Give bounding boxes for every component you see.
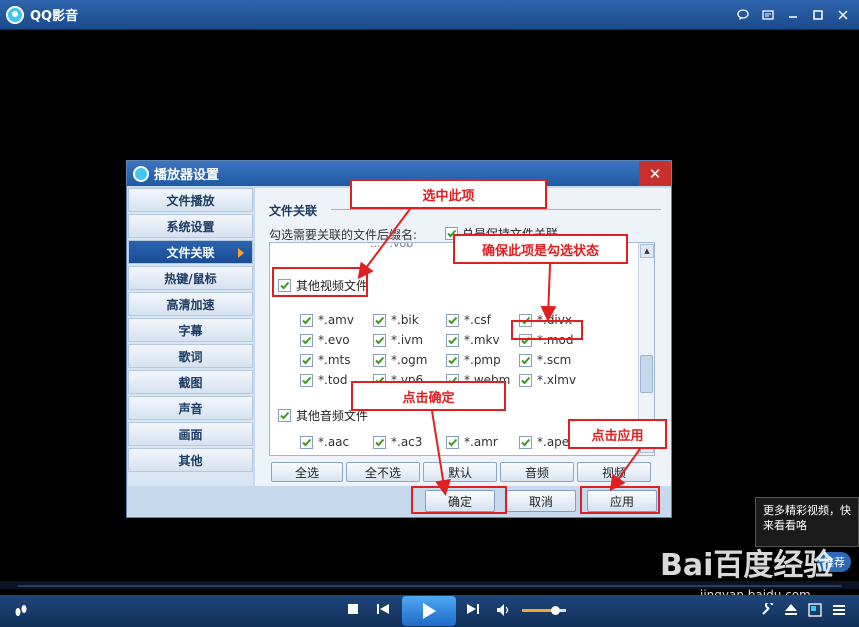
volume-knob[interactable]: [551, 606, 560, 615]
previous-icon[interactable]: [376, 603, 390, 619]
next-icon[interactable]: [466, 603, 480, 619]
baidu-watermark: Bai百度经验: [660, 548, 834, 583]
stop-icon[interactable]: [347, 603, 359, 619]
play-button[interactable]: [402, 596, 456, 626]
arrow-ensure-checked: [540, 263, 557, 322]
player-controlbar: [0, 595, 859, 627]
progress-track[interactable]: [18, 585, 842, 587]
volume-slider[interactable]: [522, 606, 566, 615]
menu-icon[interactable]: [832, 603, 846, 621]
arrow-click-ok: [431, 410, 451, 496]
annotation-arrows: [357, 208, 641, 496]
play-icon: [423, 603, 436, 619]
footprint-icon[interactable]: [14, 603, 28, 621]
arrow-select-item: [357, 208, 411, 280]
eject-icon[interactable]: [784, 603, 798, 621]
wrench-icon[interactable]: [760, 601, 774, 621]
volume-icon[interactable]: [496, 603, 512, 621]
arrow-click-apply: [609, 448, 641, 492]
progress-bar[interactable]: [0, 581, 859, 589]
playlist-icon[interactable]: [808, 603, 822, 621]
